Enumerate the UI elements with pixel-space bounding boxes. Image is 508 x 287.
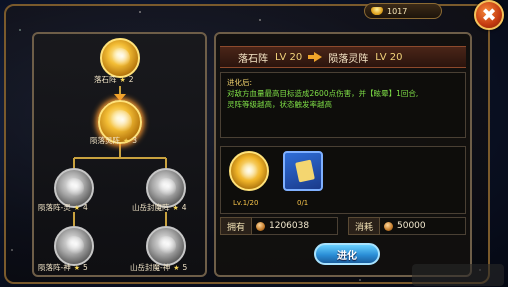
star-icon: ★ [73,203,80,212]
tree-node-luoshizhen[interactable] [100,38,140,78]
materials-box: Lv.1/20 0/1 [220,146,466,214]
cost-row: 消耗 50000 [348,217,466,235]
owned-label: 拥有 [220,217,252,235]
evolve-header: 落石阵 LV 20 陨落灵阵 LV 20 [220,46,466,68]
close-icon: ✖ [481,4,497,26]
coin-icon [384,221,393,231]
star-icon: ★ [173,263,180,272]
blue-scroll-icon[interactable] [283,151,323,191]
tree-node-shanyuefengmo-shen[interactable] [146,226,186,266]
cost-label: 消耗 [348,217,380,235]
from-name: 落石阵 [238,53,268,65]
tree-node-label: 山岳封魔阵 ★ 4 [132,203,187,212]
evolution-tree-panel: 落石阵 ★ 2 陨落灵阵 ★ 3 陨落阵-灵 ★ 4 山岳封魔阵 ★ 4 陨落阵-神 ★ 5 山岳封… [32,32,207,277]
star-icon: ★ [123,136,130,145]
material-count: Lv.1/20 [233,199,259,207]
tree-node-yunluozhen-shen[interactable] [54,226,94,266]
arrow-right-icon [308,52,323,62]
tree-node-label: 陨落灵阵 ★ 3 [90,136,138,145]
evolve-description: 进化后: 对敌方血量最高目标造成2600点伤害，并【眩晕】1回合, 灵阵等级越高… [220,72,466,138]
currency-amount: 1017 [387,6,408,16]
evolve-button[interactable]: 进化 [314,243,380,265]
desc-line: 对敌方血量最高目标造成2600点伤害，并【眩晕】1回合, [227,89,419,98]
tree-node-label: 山岳封魔-神 ★ 5 [130,263,188,272]
watermark-area [412,264,504,286]
tree-node-label: 落石阵 ★ 2 [94,75,134,84]
array-book-icon[interactable] [229,151,269,191]
cost-value: 50000 [397,221,426,231]
tree-node-label: 陨落阵-灵 ★ 4 [38,203,88,212]
to-name: 陨落灵阵 [328,53,369,65]
close-button[interactable]: ✖ [474,0,504,30]
star-icon: ★ [73,263,80,272]
desc-title: 进化后: [227,78,253,87]
owned-row: 拥有 1206038 [220,217,338,235]
material-count: 0/1 [297,199,309,207]
evolve-panel: 落石阵 LV 20 陨落灵阵 LV 20 进化后: 对敌方血量最高目标造成260… [214,32,472,277]
star-icon: ★ [172,203,179,212]
to-level: LV 20 [375,51,403,63]
star-icon: ★ [119,75,126,84]
coin-icon [256,221,265,231]
currency-display: 1017 [364,3,442,19]
owned-value: 1206038 [269,221,310,231]
desc-line: 灵阵等级越高，状态触发率越高 [227,100,332,109]
gold-ingot-icon [371,7,383,15]
tree-node-label: 陨落阵-神 ★ 5 [38,263,88,272]
from-level: LV 20 [275,51,303,63]
